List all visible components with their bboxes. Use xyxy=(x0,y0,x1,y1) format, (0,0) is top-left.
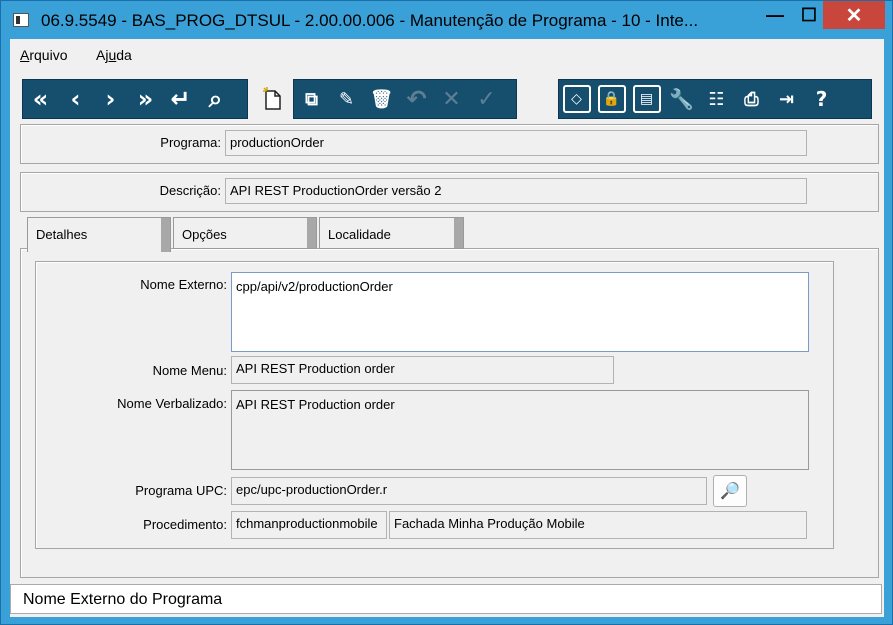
menu-arquivo-mnemonic: A xyxy=(20,47,30,63)
programa-upc-label: Programa UPC: xyxy=(135,483,227,498)
help-icon[interactable]: ? xyxy=(804,81,839,117)
tab-opcoes[interactable]: Opções xyxy=(173,217,317,249)
tab-localidade[interactable]: Localidade xyxy=(319,217,464,249)
undo-icon[interactable]: ↶ xyxy=(399,81,434,117)
edit-icon[interactable]: ✎ xyxy=(329,81,364,117)
menu-arquivo[interactable]: Arquivo xyxy=(20,47,67,63)
print-icon[interactable]: ⎙ xyxy=(734,81,769,117)
search-icon[interactable]: ⌕ xyxy=(198,81,233,117)
confirm-icon[interactable]: ✓ xyxy=(469,81,504,117)
goto-icon[interactable]: ↵ xyxy=(163,81,198,117)
programa-label: Programa: xyxy=(160,135,221,150)
new-icon[interactable] xyxy=(263,87,283,111)
first-record-icon[interactable]: « xyxy=(23,81,58,117)
upc-lookup-button[interactable]: 🔎 xyxy=(713,475,747,507)
procedimento-code-field[interactable]: fchmanproductionmobile xyxy=(231,511,387,539)
exit-icon[interactable]: ⇥ xyxy=(769,81,804,117)
tab-detalhes-shadow xyxy=(161,218,170,252)
delete-icon[interactable]: 🗑 xyxy=(364,81,399,117)
code-icon[interactable]: ◇ xyxy=(559,81,594,117)
app-icon xyxy=(13,13,29,27)
edit-toolbar: ⧉ ✎ 🗑 ↶ ✕ ✓ xyxy=(293,79,517,119)
procedimento-label: Procedimento: xyxy=(143,517,227,532)
cancel-icon[interactable]: ✕ xyxy=(434,81,469,117)
programa-field[interactable]: productionOrder xyxy=(225,130,807,156)
tab-opcoes-label: Opções xyxy=(182,227,227,242)
close-button[interactable]: ✕ xyxy=(823,1,885,29)
tools-toolbar: ◇ 🔒 ▤ 🔧 ☷ ⎙ ⇥ ? xyxy=(558,79,872,119)
next-record-icon[interactable]: › xyxy=(93,81,128,117)
nome-externo-field[interactable]: cpp/api/v2/productionOrder xyxy=(231,272,809,352)
tab-detalhes[interactable]: Detalhes xyxy=(27,217,171,252)
nome-externo-label: Nome Externo: xyxy=(140,277,227,292)
tab-localidade-label: Localidade xyxy=(328,227,391,242)
title-bar[interactable]: 06.9.5549 - BAS_PROG_DTSUL - 2.00.00.006… xyxy=(1,1,892,39)
last-record-icon[interactable]: » xyxy=(128,81,163,117)
status-bar: Nome Externo do Programa xyxy=(10,584,882,614)
previous-record-icon[interactable]: ‹ xyxy=(58,81,93,117)
tree-icon[interactable]: ☷ xyxy=(699,81,734,117)
menu-bar: Arquivo Ajuda xyxy=(10,43,884,65)
descricao-field[interactable]: API REST ProductionOrder versão 2 xyxy=(225,178,807,204)
window-title: 06.9.5549 - BAS_PROG_DTSUL - 2.00.00.006… xyxy=(41,11,699,30)
record-icon[interactable]: ▤ xyxy=(629,81,664,117)
magnifier-icon: 🔎 xyxy=(720,483,740,500)
menu-ajuda-first: Aj xyxy=(96,47,109,63)
menu-arquivo-rest: rquivo xyxy=(29,47,68,63)
application-window: 06.9.5549 - BAS_PROG_DTSUL - 2.00.00.006… xyxy=(0,0,893,625)
copy-icon[interactable]: ⧉ xyxy=(294,81,329,117)
new-document-icon xyxy=(263,87,281,110)
procedimento-description-field: Fachada Minha Produção Mobile xyxy=(389,511,807,539)
lock-icon[interactable]: 🔒 xyxy=(594,81,629,117)
programa-upc-field[interactable]: epc/upc-productionOrder.r xyxy=(231,477,707,505)
tools-icon[interactable]: 🔧 xyxy=(664,81,699,117)
nome-verbalizado-label: Nome Verbalizado: xyxy=(117,396,227,411)
nome-verbalizado-field[interactable]: API REST Production order xyxy=(231,390,809,470)
descricao-label: Descrição: xyxy=(159,183,221,198)
tab-localidade-shadow xyxy=(454,218,463,248)
nome-menu-field[interactable]: API REST Production order xyxy=(231,356,614,384)
navigation-toolbar: « ‹ › » ↵ ⌕ xyxy=(22,79,248,119)
nome-menu-label: Nome Menu: xyxy=(152,363,227,378)
tab-opcoes-shadow xyxy=(307,218,316,248)
tab-detalhes-label: Detalhes xyxy=(36,227,88,242)
menu-ajuda-rest: da xyxy=(116,47,132,63)
menu-ajuda[interactable]: Ajuda xyxy=(96,47,132,63)
